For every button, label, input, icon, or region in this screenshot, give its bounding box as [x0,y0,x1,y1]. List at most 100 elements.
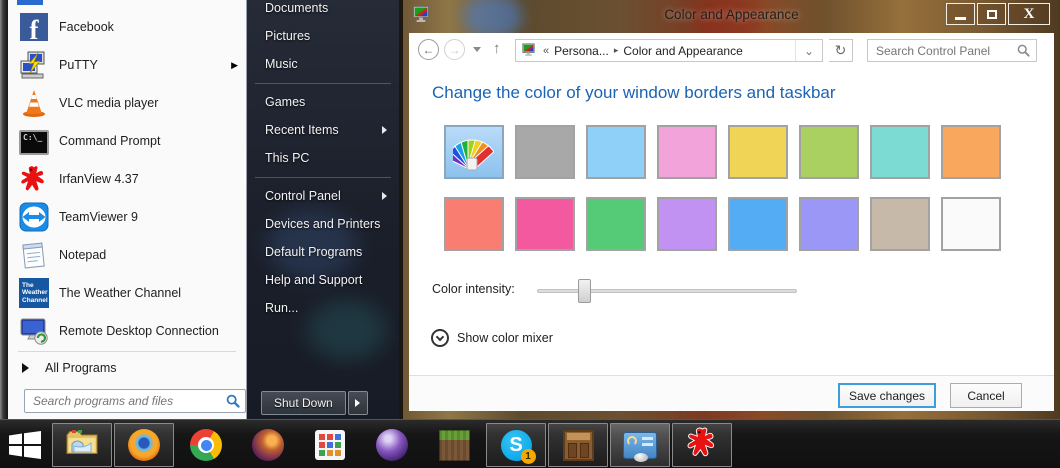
start-menu-place-run-[interactable]: Run... [247,294,399,322]
color-swatch-#a8a8a8[interactable] [515,125,575,179]
search-icon[interactable] [225,393,241,409]
breadcrumb-parent[interactable]: Persona... [554,44,609,58]
window-titlebar[interactable]: Color and Appearance X [403,0,1060,33]
color-swatch-#c292f3[interactable] [657,197,717,251]
color-swatch-#8ed0f8[interactable] [586,125,646,179]
start-menu-item-vlc-media-player[interactable]: VLC media player [8,84,246,122]
breadcrumb-overflow[interactable]: « [543,45,549,57]
window-client-area: ← → ↑ « Persona... ▸ Color and Appearanc… [409,33,1054,411]
minimize-button[interactable] [946,3,975,25]
item-label: Documents [265,1,329,15]
divider [255,177,391,178]
submenu-arrow-icon [382,126,387,134]
shut-down-button[interactable]: Shut Down [261,391,346,415]
close-button[interactable]: X [1008,3,1050,25]
item-label: Facebook [59,20,114,34]
notepad-icon [18,239,50,271]
eclipse-icon [376,429,408,461]
show-color-mixer[interactable]: Show color mixer [431,329,553,347]
minecraft-icon [438,429,470,461]
search-icon[interactable] [1016,43,1031,58]
color-swatch-#f2599f[interactable] [515,197,575,251]
color-swatch-#f2a4da[interactable] [657,125,717,179]
all-programs-item[interactable]: All Programs [8,353,246,383]
start-menu-place-games[interactable]: Games [247,88,399,116]
taskbar-app-grid[interactable] [300,423,360,467]
color-intensity-slider[interactable] [537,278,797,304]
color-swatch-#55cb77[interactable] [586,197,646,251]
color-swatch-#aad061[interactable] [799,125,859,179]
taskbar-chrome[interactable] [176,423,236,467]
start-menu-place-pictures[interactable]: Pictures [247,22,399,50]
color-intensity-label: Color intensity: [432,282,515,296]
taskbar-pale-moon[interactable] [238,423,298,467]
color-swatch-#7cdcd4[interactable] [870,125,930,179]
color-swatch-#c7b9a9[interactable] [870,197,930,251]
item-label: Control Panel [265,189,341,203]
start-menu-item-remote-desktop-connection[interactable]: Remote Desktop Connection [8,312,246,350]
taskbar-irfanview[interactable] [672,423,732,467]
skype-icon: S1 [500,429,536,464]
start-menu-item-notepad[interactable]: Notepad [8,236,246,274]
address-dropdown-icon[interactable]: ⌄ [794,40,822,61]
start-menu-item-putty[interactable]: PuTTY ▶ [8,46,246,84]
color-swatch-#9b97f6[interactable] [799,197,859,251]
start-menu-item-command-prompt[interactable]: C:\_ Command Prompt [8,122,246,160]
breadcrumb-separator-icon[interactable]: ▸ [614,45,619,56]
start-menu-place-control-panel[interactable]: Control Panel [247,182,399,210]
item-label: The Weather Channel [59,286,182,300]
start-search-input[interactable] [33,394,225,408]
start-menu-program-list: f Facebook PuTTY ▶ VLC media player C:\_ Comma… [8,8,246,350]
color-swatch-#f0d455[interactable] [728,125,788,179]
taskbar-display-settings[interactable] [610,423,670,467]
control-panel-search-input[interactable] [876,43,1016,58]
start-button[interactable] [6,430,44,460]
start-search-box[interactable] [24,389,246,413]
shut-down-options-button[interactable] [347,391,368,415]
chevron-down-icon[interactable] [431,329,449,347]
start-menu-place-music[interactable]: Music [247,50,399,78]
start-menu-place-help-and-support[interactable]: Help and Support [247,266,399,294]
start-menu-item-irfanview-4-37[interactable]: IrfanView 4.37 [8,160,246,198]
show-color-mixer-label: Show color mixer [457,331,553,345]
taskbar-skype[interactable]: S1 [486,423,546,467]
up-button[interactable]: ↑ [493,40,501,57]
item-label: Default Programs [265,245,363,259]
item-label: PuTTY [59,58,98,72]
item-label: Help and Support [265,273,363,287]
color-swatch-automatic[interactable] [444,125,504,179]
start-menu-item-facebook[interactable]: f Facebook [8,8,246,46]
start-menu-place-this-pc[interactable]: This PC [247,144,399,172]
item-label: Recent Items [265,123,339,137]
color-intensity-handle[interactable] [577,279,591,303]
slider-track[interactable] [537,289,797,293]
divider [255,83,391,84]
cancel-button[interactable]: Cancel [950,383,1022,408]
maximize-button[interactable] [977,3,1006,25]
color-swatch-#fbfafa[interactable] [941,197,1001,251]
taskbar-firefox[interactable] [114,423,174,467]
taskbar-file-explorer[interactable] [52,423,112,467]
irfanview-icon [686,426,719,464]
color-swatch-#f9a75d[interactable] [941,125,1001,179]
start-menu-place-devices-and-printers[interactable]: Devices and Printers [247,210,399,238]
start-menu-item-the-weather-channel[interactable]: The Weather Channel The Weather Channel [8,274,246,312]
start-menu-item-teamviewer-9[interactable]: TeamViewer 9 [8,198,246,236]
control-panel-search-box[interactable] [867,39,1037,62]
start-menu-place-recent-items[interactable]: Recent Items [247,116,399,144]
taskbar-eclipse[interactable] [362,423,422,467]
breadcrumb[interactable]: « Persona... ▸ Color and Appearance ⌄ [515,39,823,62]
breadcrumb-current[interactable]: Color and Appearance [623,44,742,58]
refresh-button[interactable]: ↻ [829,39,853,62]
start-menu-place-documents[interactable]: Documents [247,0,399,22]
item-label: Games [265,95,306,109]
taskbar-crafting-table[interactable] [548,423,608,467]
back-button[interactable]: ← [418,39,439,60]
recent-pages-dropdown[interactable] [473,47,481,52]
color-swatch-#54acf4[interactable] [728,197,788,251]
save-changes-button[interactable]: Save changes [838,383,936,408]
forward-button[interactable]: → [444,39,465,60]
start-menu-place-default-programs[interactable]: Default Programs [247,238,399,266]
color-swatch-#fa7d72[interactable] [444,197,504,251]
taskbar-minecraft[interactable] [424,423,484,467]
